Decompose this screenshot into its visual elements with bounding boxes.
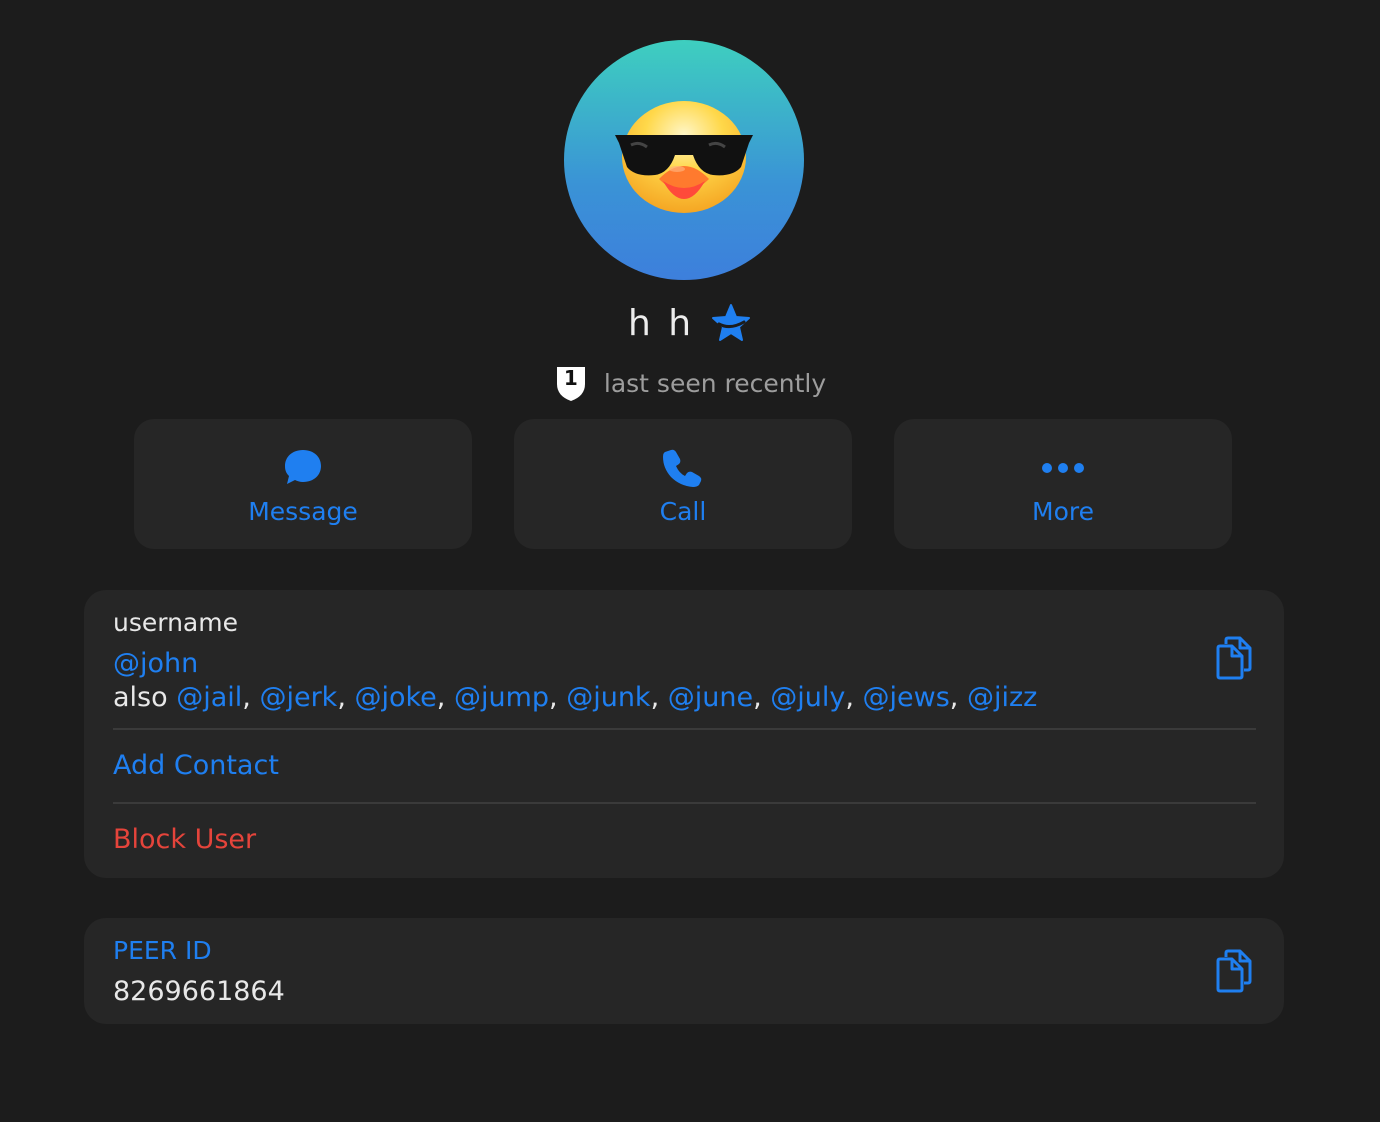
more-button[interactable]: More [894, 419, 1232, 549]
alias-separator: , [949, 682, 967, 713]
also-prefix: also [113, 682, 177, 713]
divider [113, 802, 1256, 804]
status-row: 1 last seen recently [0, 362, 1380, 404]
sunglasses-duck-emoji-icon [615, 101, 753, 213]
ellipsis-icon [1042, 463, 1084, 473]
copy-peer-id-icon[interactable] [1214, 949, 1254, 993]
profile-name: h h [627, 302, 695, 344]
also-usernames-row: also @jail, @jerk, @joke, @jump, @junk, … [113, 682, 1037, 713]
profile-name-row: h h [0, 298, 1380, 348]
message-button[interactable]: Message [134, 419, 472, 549]
chat-bubble-icon [285, 450, 321, 484]
call-button[interactable]: Call [514, 419, 852, 549]
alias-separator: , [337, 682, 355, 713]
star-icon[interactable] [710, 302, 752, 344]
alias-separator: , [845, 682, 863, 713]
last-seen-status: last seen recently [603, 368, 827, 398]
add-contact-button[interactable]: Add Contact [113, 750, 279, 781]
phone-icon [663, 449, 702, 487]
username-card: username @john also @jail, @jerk, @joke,… [84, 590, 1284, 878]
alias-link[interactable]: @jerk [259, 682, 337, 713]
alias-link[interactable]: @junk [566, 682, 650, 713]
alias-link[interactable]: @jump [454, 682, 549, 713]
peer-id-card: PEER ID 8269661864 [84, 918, 1284, 1024]
alias-link[interactable]: @july [770, 682, 845, 713]
shield-badge-icon: 1 [554, 364, 588, 402]
alias-separator: , [242, 682, 260, 713]
profile-page: h h 1 last seen recently Message Call Mo… [0, 0, 1380, 1122]
shield-badge-count: 1 [563, 366, 578, 390]
avatar[interactable] [564, 40, 804, 280]
alias-separator: , [549, 682, 567, 713]
call-button-label: Call [659, 497, 707, 526]
divider [113, 728, 1256, 730]
peer-id-value: 8269661864 [113, 976, 285, 1007]
peer-id-label: PEER ID [113, 936, 212, 965]
block-user-button[interactable]: Block User [113, 824, 256, 855]
alias-link[interactable]: @jizz [967, 682, 1037, 713]
alias-separator: , [650, 682, 668, 713]
alias-link[interactable]: @june [668, 682, 753, 713]
alias-link[interactable]: @jail [176, 682, 242, 713]
more-button-label: More [1032, 497, 1094, 526]
alias-separator: , [436, 682, 454, 713]
username-label: username [113, 608, 238, 637]
copy-username-icon[interactable] [1214, 636, 1254, 680]
alias-link[interactable]: @jews [863, 682, 950, 713]
alias-separator: , [753, 682, 771, 713]
message-button-label: Message [248, 497, 358, 526]
alias-link[interactable]: @joke [354, 682, 436, 713]
primary-username-link[interactable]: @john [113, 648, 198, 679]
